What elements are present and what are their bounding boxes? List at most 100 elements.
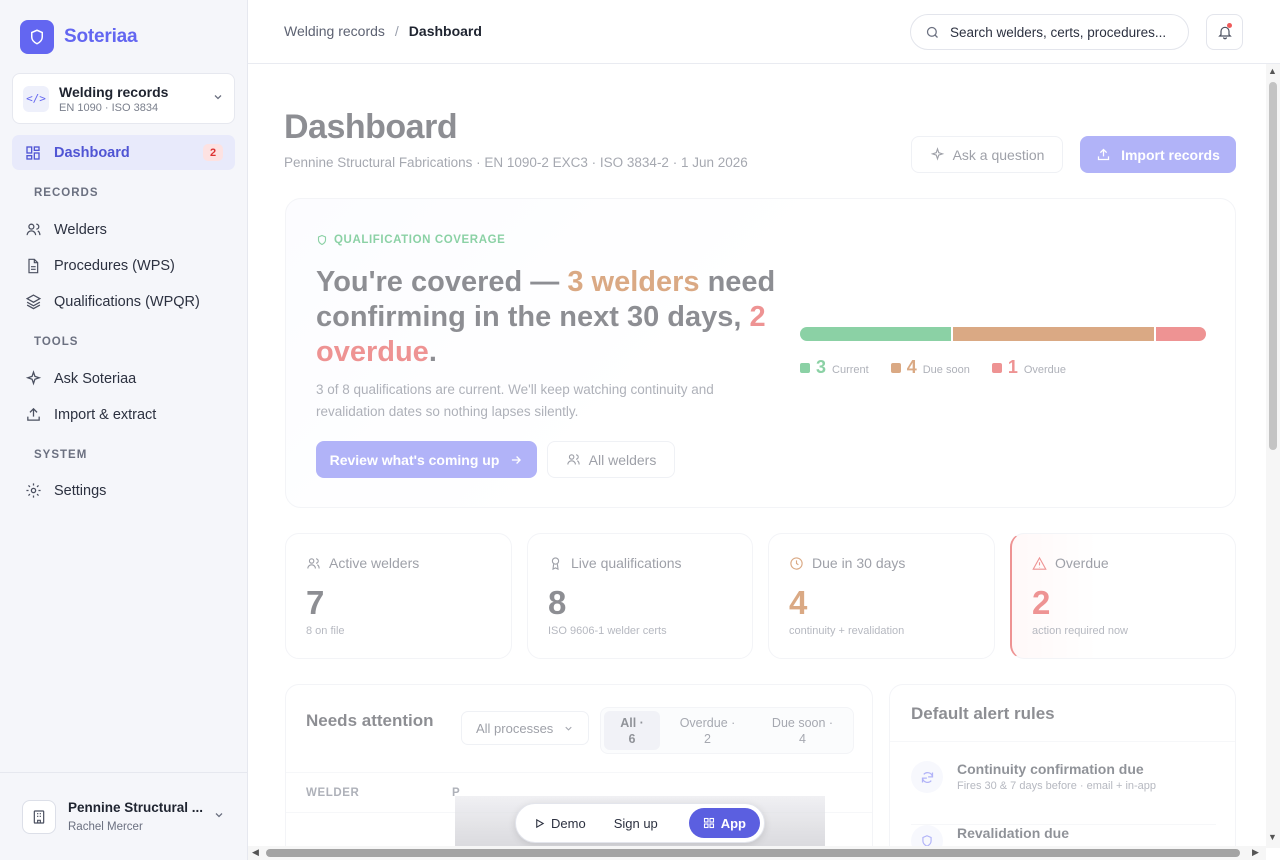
signup-label: Sign up xyxy=(613,815,658,831)
tab-count: 2 xyxy=(704,731,711,746)
divider xyxy=(890,741,1235,742)
stat-card-active-welders[interactable]: Active welders 7 8 on file xyxy=(285,533,512,659)
warning-icon xyxy=(1032,556,1047,571)
sidebar-item-label: Welders xyxy=(54,221,107,238)
section-label-tools: TOOLS xyxy=(34,336,79,348)
search-icon xyxy=(925,25,940,40)
breadcrumb-parent[interactable]: Welding records xyxy=(284,23,385,39)
scroll-left-arrow-icon[interactable]: ◀ xyxy=(252,847,259,858)
tab-count: 4 xyxy=(799,731,806,746)
section-label-system: SYSTEM xyxy=(34,449,88,461)
ask-question-button[interactable]: Ask a question xyxy=(911,136,1063,173)
badge-icon xyxy=(548,556,563,571)
horizontal-scrollbar[interactable]: ◀ ▶ xyxy=(248,846,1266,860)
stat-card-overdue[interactable]: Overdue 2 action required now xyxy=(1010,533,1236,659)
stat-label-text: Active welders xyxy=(329,555,420,571)
sidebar-item-settings[interactable]: Settings xyxy=(12,473,235,508)
scroll-right-arrow-icon[interactable]: ▶ xyxy=(1252,847,1259,858)
app-label: App xyxy=(720,815,746,831)
tab-due-soon[interactable]: Due soon · 4 xyxy=(755,711,850,750)
workspace-switcher[interactable]: </> Welding records EN 1090 · ISO 3834 xyxy=(12,73,235,124)
refresh-icon xyxy=(911,761,943,793)
grid-icon xyxy=(703,817,715,829)
org-switcher[interactable]: Pennine Structural ... Rachel Mercer xyxy=(0,772,247,860)
main-content: Dashboard Pennine Structural Fabrication… xyxy=(248,64,1266,848)
chevron-down-icon xyxy=(213,808,225,826)
rule-title: Revalidation due xyxy=(957,825,1070,841)
upload-icon xyxy=(1096,147,1111,162)
signup-button[interactable]: Sign up xyxy=(600,808,672,838)
brand-name: Soteriaa xyxy=(64,26,138,47)
coverage-legend: 3 Current 4 Due soon 1 Overdue xyxy=(800,357,1066,378)
sidebar-item-welders[interactable]: Welders xyxy=(12,212,235,247)
horizontal-scroll-thumb[interactable] xyxy=(266,849,1240,857)
legend-current: 3 Current xyxy=(800,357,869,378)
sidebar-item-import[interactable]: Import & extract xyxy=(12,397,235,432)
sparkle-icon xyxy=(930,147,945,162)
sidebar-item-label: Qualifications (WPQR) xyxy=(54,293,200,310)
tab-label: Due soon · xyxy=(771,715,834,730)
scroll-up-arrow-icon[interactable]: ▲ xyxy=(1268,66,1277,76)
code-icon: </> xyxy=(23,85,49,112)
legend-swatch xyxy=(890,363,901,373)
chevron-down-icon xyxy=(563,723,574,734)
users-icon xyxy=(24,221,42,239)
workspace-subtitle: EN 1090 · ISO 3834 xyxy=(59,101,159,114)
coverage-tag: QUALIFICATION COVERAGE xyxy=(316,234,505,246)
stat-card-due-30-days[interactable]: Due in 30 days 4 continuity + revalidati… xyxy=(768,533,995,659)
legend-due-soon: 4 Due soon xyxy=(890,357,970,378)
needs-attention-title: Needs attention xyxy=(306,711,434,730)
sidebar-item-label: Dashboard xyxy=(54,144,130,161)
alert-rule-continuity[interactable]: Continuity confirmation due Fires 30 & 7… xyxy=(911,761,1216,793)
sidebar-item-label: Procedures (WPS) xyxy=(54,257,175,274)
coverage-headline: You're covered — 3 welders need confirmi… xyxy=(316,265,776,370)
coverage-description: 3 of 8 qualifications are current. We'll… xyxy=(316,382,714,419)
stat-sub: continuity + revalidation xyxy=(789,625,905,637)
stat-value: 8 xyxy=(548,584,567,621)
notifications-button[interactable] xyxy=(1206,14,1243,50)
tab-all[interactable]: All · 6 xyxy=(604,711,660,750)
tab-overdue[interactable]: Overdue · 2 xyxy=(660,711,755,750)
app-button[interactable]: App xyxy=(688,808,760,838)
layers-icon xyxy=(24,293,42,311)
sidebar-item-ask[interactable]: Ask Soteriaa xyxy=(12,361,235,396)
vertical-scroll-thumb[interactable] xyxy=(1269,82,1277,450)
scroll-down-arrow-icon[interactable]: ▼ xyxy=(1268,832,1277,842)
sidebar-item-label: Import & extract xyxy=(54,406,157,423)
workspace-title: Welding records xyxy=(59,83,169,100)
stat-sub: action required now xyxy=(1032,625,1129,637)
process-filter-value: All processes xyxy=(476,720,554,736)
headline-part: . xyxy=(428,336,437,368)
clock-icon xyxy=(789,556,804,571)
stat-card-live-qualifications[interactable]: Live qualifications 8 ISO 9606-1 welder … xyxy=(527,533,753,659)
process-filter-select[interactable]: All processes xyxy=(461,711,589,745)
vertical-scrollbar[interactable]: ▲ ▼ xyxy=(1266,64,1280,848)
legend-count: 1 xyxy=(1007,357,1018,377)
arrow-right-icon xyxy=(509,453,523,467)
review-upcoming-button[interactable]: Review what's coming up xyxy=(316,441,537,478)
stat-label: Live qualifications xyxy=(548,555,682,571)
legend-count: 3 xyxy=(816,357,827,377)
import-records-label: Import records xyxy=(1121,146,1220,163)
import-records-button[interactable]: Import records xyxy=(1080,136,1236,173)
page-subtitle: Pennine Structural Fabrications · EN 109… xyxy=(284,155,748,170)
sidebar: Soteriaa </> Welding records EN 1090 · I… xyxy=(0,0,248,860)
section-label-records: RECORDS xyxy=(34,187,99,199)
search-input[interactable]: Search welders, certs, procedures... xyxy=(910,14,1189,50)
review-upcoming-label: Review what's coming up xyxy=(329,451,500,468)
brand[interactable]: Soteriaa xyxy=(20,20,138,54)
legend-label: Due soon xyxy=(922,364,970,376)
sidebar-item-dashboard[interactable]: Dashboard 2 xyxy=(12,135,235,170)
ask-question-label: Ask a question xyxy=(952,146,1045,163)
grid-icon xyxy=(24,144,42,162)
all-welders-label: All welders xyxy=(588,451,657,468)
sidebar-item-procedures[interactable]: Procedures (WPS) xyxy=(12,248,235,283)
gear-icon xyxy=(24,482,42,500)
column-header-welder[interactable]: WELDER xyxy=(306,787,359,799)
all-welders-button[interactable]: All welders xyxy=(547,441,675,478)
legend-overdue: 1 Overdue xyxy=(991,357,1066,378)
stat-sub: 8 on file xyxy=(306,625,345,637)
demo-button[interactable]: Demo xyxy=(520,808,600,838)
alert-rule-revalidation[interactable]: Revalidation due xyxy=(911,824,1216,848)
sidebar-item-qualifications[interactable]: Qualifications (WPQR) xyxy=(12,284,235,319)
